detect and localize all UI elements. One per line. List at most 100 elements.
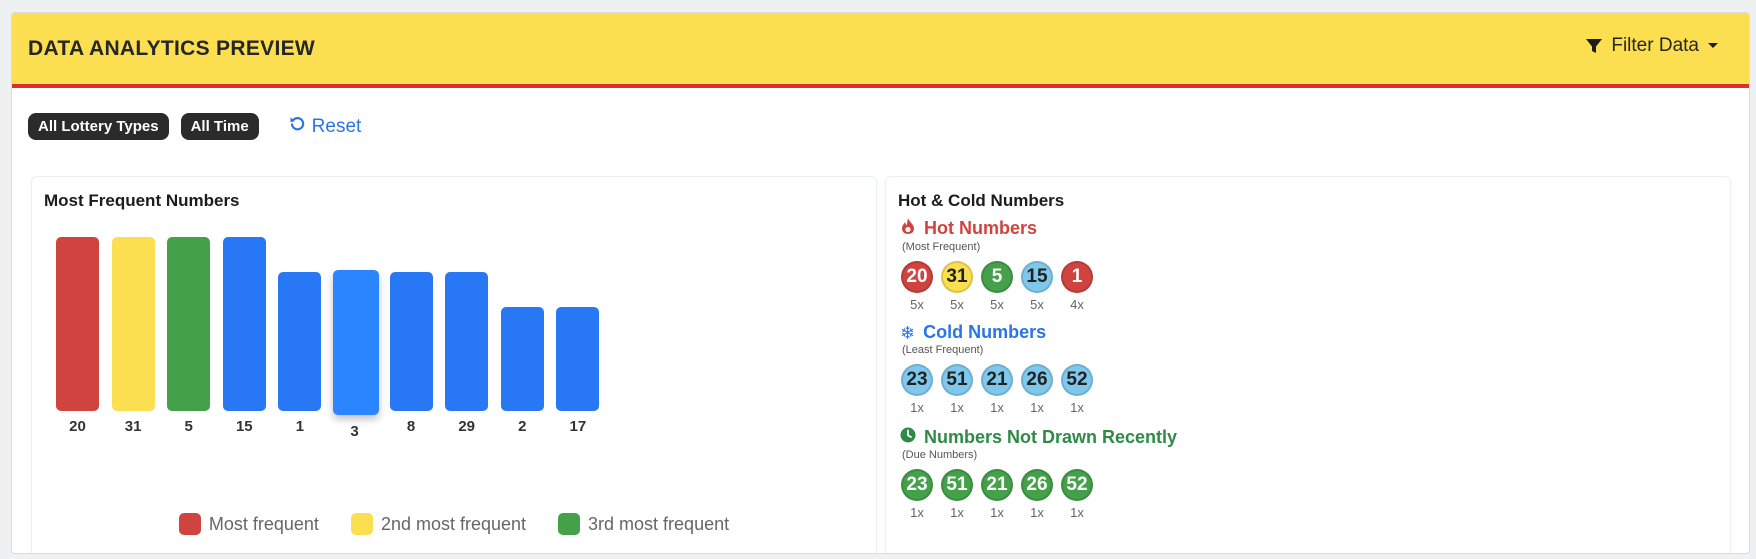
bar-31[interactable] (111, 237, 155, 411)
number-ball: 26 (1021, 364, 1053, 396)
cold-numbers-section: ❄ Cold Numbers (Least Frequent) 23 1x 51 1x… (900, 322, 1094, 415)
number-ball-item[interactable]: 21 1x (980, 469, 1014, 520)
number-count: 1x (950, 505, 964, 520)
number-count: 1x (1070, 505, 1084, 520)
page-title: DATA ANALYTICS PREVIEW (28, 37, 316, 60)
legend-item-3rd-most-frequent[interactable]: 3rd most frequent (558, 513, 729, 535)
legend-label: 2nd most frequent (380, 513, 527, 534)
caret-down-icon (1707, 42, 1719, 50)
bar-5[interactable] (167, 237, 211, 411)
number-ball-item[interactable]: 23 1x (900, 364, 934, 415)
cold-numbers-subtitle: (Least Frequent) (902, 344, 984, 356)
legend-item-2nd-most-frequent[interactable]: 2nd most frequent (350, 513, 527, 535)
number-count: 5x (910, 297, 924, 312)
bar-3[interactable] (333, 269, 379, 415)
number-ball-item[interactable]: 23 1x (900, 469, 934, 520)
snowflake-icon: ❄ (900, 322, 916, 343)
reset-button[interactable]: Reset (289, 115, 362, 138)
number-ball: 52 (1061, 469, 1093, 501)
hot-cold-title: Hot & Cold Numbers (898, 191, 1065, 210)
analytics-card: DATA ANALYTICS PREVIEW Filter Data All L… (11, 12, 1750, 554)
bar-20[interactable] (56, 237, 99, 411)
number-count: 1x (910, 505, 924, 520)
x-tick-label: 5 (184, 418, 193, 435)
number-ball: 23 (901, 469, 933, 501)
number-ball: 31 (941, 261, 973, 293)
cold-numbers-title: Cold Numbers (923, 322, 1047, 342)
hot-numbers-list: 20 5x 31 5x 5 5x 15 5x 1 4x (900, 261, 1094, 312)
number-ball-item[interactable]: 21 1x (980, 364, 1014, 415)
legend-item-most-frequent[interactable]: Most frequent (178, 513, 319, 535)
due-numbers-title: Numbers Not Drawn Recently (924, 427, 1178, 447)
legend-swatch (350, 513, 373, 535)
number-ball-item[interactable]: 15 5x (1020, 261, 1054, 312)
due-numbers-section: Numbers Not Drawn Recently (Due Numbers)… (900, 427, 1177, 520)
number-count: 1x (910, 400, 924, 415)
undo-icon (289, 115, 306, 138)
due-numbers-subtitle: (Due Numbers) (902, 449, 978, 461)
reset-label: Reset (311, 115, 362, 137)
number-ball: 21 (981, 364, 1013, 396)
number-count: 1x (990, 400, 1004, 415)
number-ball-item[interactable]: 1 4x (1060, 261, 1094, 312)
number-ball-item[interactable]: 51 1x (940, 364, 974, 415)
legend-swatch (178, 513, 201, 535)
number-ball-item[interactable]: 20 5x (900, 261, 934, 312)
legend-label: Most frequent (208, 513, 319, 534)
x-tick-label: 29 (458, 418, 476, 435)
number-count: 1x (1030, 400, 1044, 415)
number-count: 1x (990, 505, 1004, 520)
number-ball-item[interactable]: 51 1x (940, 469, 974, 520)
number-ball: 21 (981, 469, 1013, 501)
x-tick-label: 20 (69, 418, 86, 435)
x-tick-label: 8 (406, 418, 416, 435)
bar-1[interactable] (278, 271, 322, 411)
number-ball-item[interactable]: 52 1x (1060, 469, 1094, 520)
number-ball: 23 (901, 364, 933, 396)
x-tick-label: 15 (235, 418, 253, 435)
number-ball: 15 (1021, 261, 1053, 293)
number-ball-item[interactable]: 26 1x (1020, 469, 1054, 520)
active-filters: All Lottery Types All Time Reset (28, 113, 361, 140)
x-tick-label: 17 (569, 418, 587, 435)
cold-numbers-list: 23 1x 51 1x 21 1x 26 1x 52 1x (900, 364, 1094, 415)
number-count: 4x (1070, 297, 1084, 312)
number-ball: 26 (1021, 469, 1053, 501)
bar-15[interactable] (222, 237, 266, 411)
bar-8[interactable] (389, 271, 433, 411)
number-count: 5x (950, 297, 964, 312)
hot-numbers-section: Hot Numbers (Most Frequent) 20 5x 31 5x 5 5x 1… (900, 217, 1094, 312)
x-tick-label: 1 (295, 418, 305, 435)
bar-2[interactable] (500, 306, 544, 411)
fire-icon (900, 217, 916, 240)
clock-icon (900, 427, 916, 448)
most-frequent-panel: Most Frequent Numbers 20 31 5 15 1 3 8 29 2 17 Mo… (31, 176, 877, 553)
number-ball-item[interactable]: 26 1x (1020, 364, 1054, 415)
number-ball-item[interactable]: 5 5x (980, 261, 1014, 312)
filter-icon (1585, 37, 1603, 55)
hot-numbers-title: Hot Numbers (924, 218, 1038, 238)
number-count: 1x (1030, 505, 1044, 520)
number-ball: 20 (901, 261, 933, 293)
number-count: 1x (1070, 400, 1084, 415)
legend-swatch (558, 513, 581, 535)
number-ball-item[interactable]: 52 1x (1060, 364, 1094, 415)
number-ball: 51 (941, 364, 973, 396)
number-ball: 5 (981, 261, 1013, 293)
legend-label: 3rd most frequent (588, 513, 730, 534)
due-numbers-list: 23 1x 51 1x 21 1x 26 1x 52 1x (900, 469, 1177, 520)
number-count: 5x (990, 297, 1004, 312)
filter-chip-time-range[interactable]: All Time (180, 113, 259, 140)
number-ball: 1 (1061, 261, 1093, 293)
number-count: 1x (950, 400, 964, 415)
x-tick-label: 2 (518, 418, 527, 435)
number-ball: 52 (1061, 364, 1093, 396)
filter-data-button[interactable]: Filter Data (1585, 35, 1719, 57)
hot-numbers-subtitle: (Most Frequent) (902, 241, 981, 253)
bar-29[interactable] (445, 271, 489, 411)
number-ball-item[interactable]: 31 5x (940, 261, 974, 312)
card-header: DATA ANALYTICS PREVIEW Filter Data (12, 13, 1749, 88)
filter-chip-lottery-type[interactable]: All Lottery Types (28, 113, 169, 140)
bar-17[interactable] (556, 306, 600, 411)
chart-legend: Most frequent 2nd most frequent 3rd most… (32, 513, 876, 535)
